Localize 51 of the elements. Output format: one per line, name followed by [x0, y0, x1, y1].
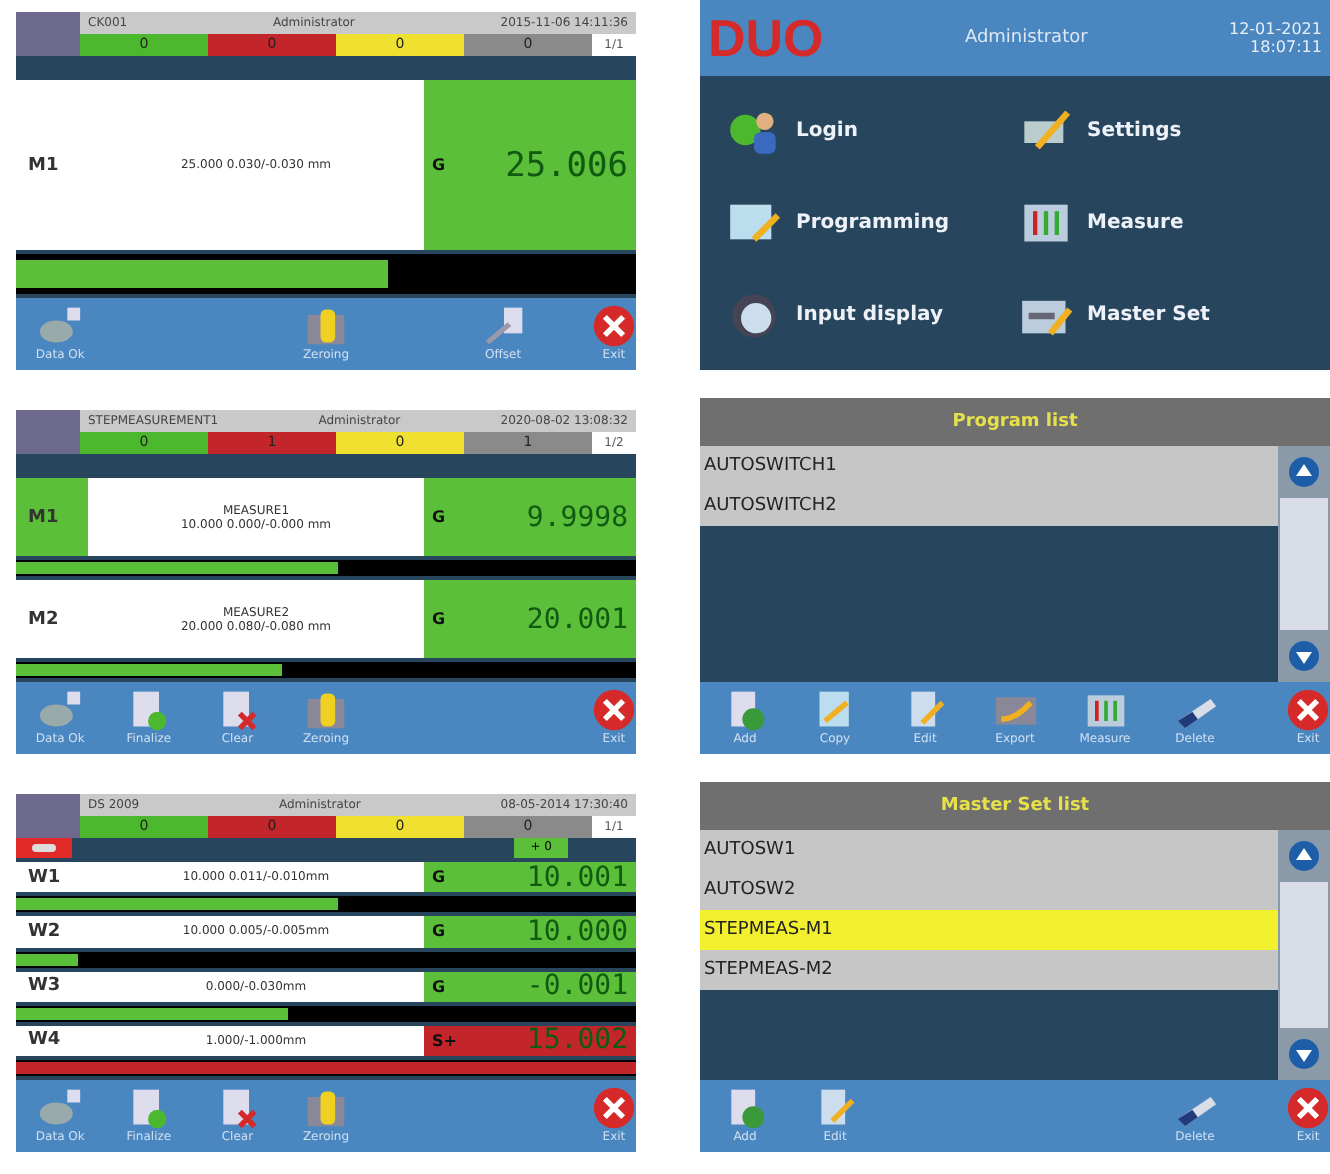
- grade-text: G: [432, 868, 446, 887]
- menu-item[interactable]: Programming: [724, 196, 1015, 249]
- close-icon: [1286, 1086, 1330, 1130]
- grade-text: G: [432, 156, 446, 174]
- close-icon: [1286, 688, 1330, 732]
- measure-id: M2: [28, 609, 61, 629]
- measured-value: 25.006: [505, 151, 628, 179]
- grade-text: S+: [432, 1031, 457, 1050]
- alarm-indicator: [16, 838, 72, 858]
- gauge-icon: [38, 688, 83, 732]
- measure-id: W1: [28, 867, 63, 888]
- date-text: 12-01-2021: [1228, 20, 1322, 38]
- menu-item[interactable]: Login: [724, 104, 1015, 157]
- list-title: Master Set list: [700, 782, 1330, 830]
- measured-value: 9.9998: [526, 503, 628, 531]
- measure-id: W2: [28, 921, 63, 942]
- list-item[interactable]: STEPMEAS-M1: [700, 910, 1278, 950]
- menu-item[interactable]: Input display: [724, 289, 1015, 342]
- measured-value: 10.000: [526, 917, 628, 946]
- list-item[interactable]: AUTOSWITCH1: [700, 446, 1278, 486]
- logo-text: DUO: [708, 7, 824, 69]
- list-title: Program list: [700, 398, 1330, 446]
- menu-item[interactable]: Measure: [1015, 196, 1306, 249]
- gauge-icon: [38, 1086, 83, 1130]
- grade-text: G: [432, 922, 446, 941]
- close-icon: [591, 1086, 636, 1130]
- gauge-icon: [38, 304, 83, 348]
- measure-id: W4: [28, 1030, 63, 1051]
- user-name: Administrator: [964, 28, 1088, 48]
- measure-id: M1: [28, 155, 61, 175]
- list-item[interactable]: AUTOSW1: [700, 830, 1278, 870]
- measure-id: M1: [28, 507, 61, 527]
- list-item[interactable]: AUTOSW2: [700, 870, 1278, 910]
- close-icon: [591, 688, 636, 732]
- measured-value: -0.001: [526, 972, 628, 1001]
- logo-block: [16, 12, 80, 56]
- grade-text: G: [432, 508, 446, 526]
- grade-text: G: [432, 977, 446, 996]
- close-icon: [591, 304, 636, 348]
- measured-value: 20.001: [526, 605, 628, 633]
- menu-item[interactable]: Settings: [1015, 104, 1306, 157]
- measured-value: 10.001: [526, 863, 628, 892]
- measured-value: 15.002: [526, 1026, 628, 1055]
- grade-text: G: [432, 610, 446, 628]
- logo-block: [16, 410, 80, 454]
- measure-id: W3: [28, 976, 63, 997]
- list-item[interactable]: AUTOSWITCH2: [700, 486, 1278, 526]
- logo-block: [16, 794, 80, 838]
- menu-item[interactable]: Master Set: [1015, 289, 1306, 342]
- list-item[interactable]: STEPMEAS-M2: [700, 950, 1278, 990]
- time-text: 18:07:11: [1250, 38, 1322, 56]
